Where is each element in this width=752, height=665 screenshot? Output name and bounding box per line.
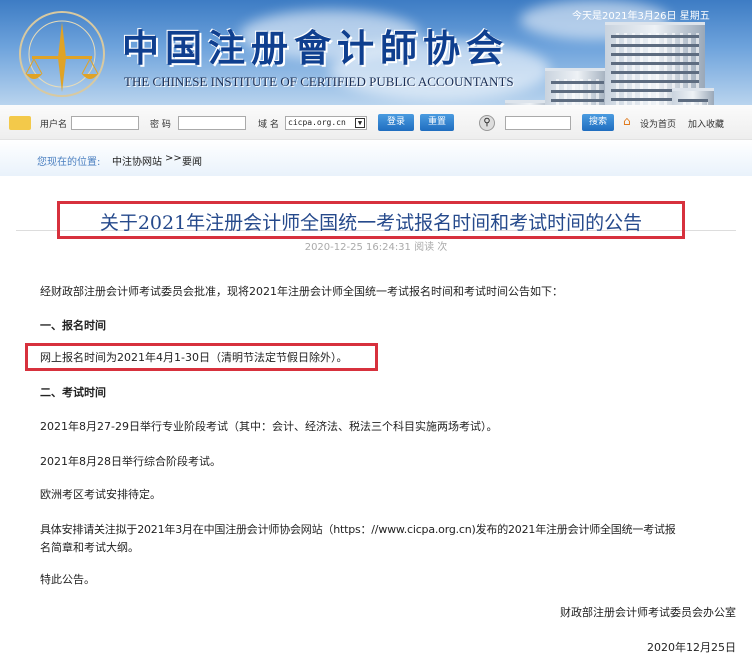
search-icon[interactable]: ⚲	[479, 115, 495, 131]
chevron-down-icon: ▼	[355, 118, 365, 128]
breadcrumb-prefix: 您现在的位置:	[37, 157, 101, 168]
password-input[interactable]	[178, 116, 246, 130]
domain-value: cicpa.org.cn	[288, 118, 346, 127]
breadcrumb-home[interactable]: 中注协网站	[112, 153, 162, 168]
site-title-en: THE CHINESE INSTITUTE OF CERTIFIED PUBLI…	[124, 74, 514, 89]
search-input[interactable]	[505, 116, 571, 130]
registration-time: 网上报名时间为2021年4月1-30日（清明节法定节假日除外）。	[40, 351, 348, 364]
sign-date: 2020年12月25日	[647, 641, 736, 654]
login-button[interactable]: 登录	[378, 114, 414, 131]
home-icon: ⌂	[623, 114, 631, 128]
toolbar: 用户名 密 码 域 名 cicpa.org.cn ▼ 登录 重置 ⚲ 搜索 ⌂ 设…	[0, 105, 752, 140]
username-label: 用户名	[40, 120, 68, 130]
article-title: 关于2021年注册会计师全国统一考试报名时间和考试时间的公告	[99, 212, 643, 234]
exam-comprehensive: 2021年8月28日举行综合阶段考试。	[40, 455, 221, 468]
current-date: 今天是2021年3月26日 星期五	[572, 11, 710, 22]
europe-note: 欧洲考区考试安排待定。	[40, 488, 161, 501]
article-meta: 2020-12-25 16:24:31 阅读 次	[304, 242, 448, 253]
breadcrumb: 您现在的位置: 中注协网站 >> 要闻	[0, 140, 752, 176]
username-input[interactable]	[71, 116, 139, 130]
reset-button[interactable]: 重置	[420, 114, 454, 131]
domain-select[interactable]: cicpa.org.cn ▼	[285, 116, 367, 130]
detail-line-2: 名简章和考试大纲。	[40, 541, 139, 554]
mail-icon[interactable]	[9, 116, 31, 130]
breadcrumb-sep: >>	[165, 153, 182, 164]
set-home-link[interactable]: 设为首页	[640, 117, 676, 130]
section-2-heading: 二、考试时间	[40, 386, 106, 399]
intro: 经财政部注册会计师考试委员会批准，现将2021年注册会计师全国统一考试报名时间和…	[40, 285, 563, 298]
title-highlight-box: 关于2021年注册会计师全国统一考试报名时间和考试时间的公告	[57, 201, 685, 239]
site-header: 中国注册會计師协会 THE CHINESE INSTITUTE OF CERTI…	[0, 0, 752, 105]
section-1-heading: 一、报名时间	[40, 319, 106, 332]
cicpa-logo	[19, 11, 105, 97]
site-title-cn: 中国注册會计師协会	[122, 26, 509, 70]
domain-label: 域 名	[258, 120, 279, 130]
exam-professional: 2021年8月27-29日举行专业阶段考试（其中：会计、经济法、税法三个科目实施…	[40, 420, 498, 433]
add-favorite-link[interactable]: 加入收藏	[688, 117, 724, 130]
detail-line-1: 具体安排请关注拟于2021年3月在中国注册会计师协会网站（https：//www…	[40, 523, 676, 536]
search-button[interactable]: 搜索	[582, 114, 614, 131]
breadcrumb-current[interactable]: 要闻	[182, 153, 202, 168]
closing: 特此公告。	[40, 573, 95, 586]
signer: 财政部注册会计师考试委员会办公室	[560, 606, 736, 619]
password-label: 密 码	[150, 120, 171, 130]
